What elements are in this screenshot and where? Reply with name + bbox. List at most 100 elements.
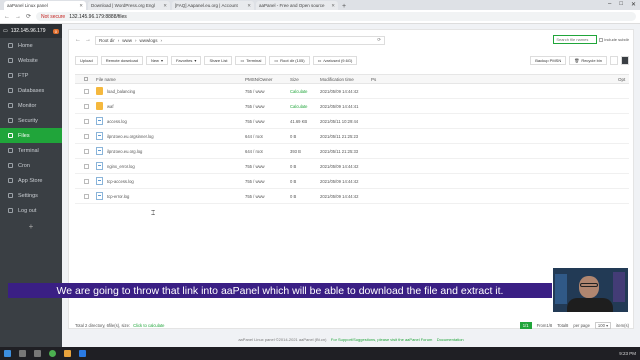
not-secure-label[interactable]: Not secure <box>41 14 65 20</box>
row-checkbox[interactable] <box>84 89 89 94</box>
add-menu-button[interactable]: + <box>0 222 62 231</box>
include-subdir-option[interactable]: include subdir <box>599 37 629 42</box>
column-header[interactable]: File name <box>96 77 116 82</box>
file-name[interactable]: waf <box>107 104 114 109</box>
root-dir-disk-button[interactable]: ▭ Root dir (105) <box>269 55 310 65</box>
url-field[interactable]: Not secure 132.145.96.179:8888/files <box>36 12 636 21</box>
sidebar-item-security[interactable]: Security <box>0 113 62 128</box>
file-name[interactable]: tcp-access.log <box>107 179 134 184</box>
file-permission[interactable]: 755 / www <box>245 119 265 124</box>
browser-tab[interactable]: [FAQ] Aapanel.eu.org | Account ✕ <box>172 1 254 10</box>
new-tab-button[interactable]: + <box>342 3 346 10</box>
table-row[interactable]: tcp-error.log 755 / www 0 B 2021/05/09 1… <box>75 189 629 204</box>
file-name[interactable]: ilpnzoeo.eu.org.log <box>107 149 142 154</box>
column-header[interactable]: PMSN/Owner <box>245 77 273 82</box>
sidebar-item-monitor[interactable]: Monitor <box>0 98 62 113</box>
table-row[interactable]: ilpnzoeo.eu.orgsinner.log 644 / root 0 B… <box>75 129 629 144</box>
breadcrumb-item[interactable]: www <box>122 38 132 43</box>
list-view-icon[interactable] <box>621 55 629 65</box>
search-input[interactable] <box>553 35 598 44</box>
chrome-icon[interactable] <box>49 350 56 357</box>
edge-icon[interactable] <box>79 350 86 357</box>
back-button[interactable]: ← <box>4 14 10 20</box>
grid-view-icon[interactable] <box>610 55 618 65</box>
breadcrumb-item[interactable]: Root dir <box>99 38 115 43</box>
sidebar-item-website[interactable]: Website <box>0 53 62 68</box>
per-page-select[interactable]: 100 ▾ <box>594 321 612 329</box>
notification-badge[interactable]: 0 <box>52 28 59 34</box>
row-checkbox[interactable] <box>84 119 89 124</box>
documentation-link[interactable]: Documentation <box>437 337 464 342</box>
recycle-bin-button[interactable]: 🗑 Recycle bin <box>569 55 607 65</box>
table-row[interactable]: load_balancing 755 / www Calculate 2021/… <box>75 84 629 99</box>
breadcrumb-item[interactable]: wwwlogs <box>140 38 158 43</box>
search-icon[interactable] <box>19 350 26 357</box>
sidebar-item-logout[interactable]: Log out <box>0 203 62 218</box>
row-checkbox[interactable] <box>84 164 89 169</box>
calculate-link[interactable]: Click to calculate <box>133 323 164 328</box>
backup-pmsn-button[interactable]: Backup PMSN <box>530 55 567 65</box>
terminal-button[interactable]: ▭ Terminal <box>235 55 267 65</box>
sidebar-item-ftp[interactable]: FTP <box>0 68 62 83</box>
file-name[interactable]: load_balancing <box>107 89 135 94</box>
breadcrumb[interactable]: Root dir › www › wwwlogs › ⟳ <box>95 35 385 45</box>
table-row[interactable]: access.log 755 / www 41.69 KB 2021/05/11… <box>75 114 629 129</box>
close-icon[interactable]: ✕ <box>79 3 83 9</box>
close-icon[interactable]: ✕ <box>163 3 167 9</box>
new-button[interactable]: New ▾ <box>145 55 168 65</box>
file-permission[interactable]: 644 / root <box>245 134 263 139</box>
favorites-button[interactable]: Favorites ▾ <box>170 55 202 65</box>
row-checkbox[interactable] <box>84 179 89 184</box>
current-page[interactable]: 1/1 <box>519 321 532 329</box>
checkbox[interactable] <box>599 37 604 42</box>
file-name[interactable]: access.log <box>107 119 127 124</box>
file-permission[interactable]: 644 / root <box>245 149 263 154</box>
reload-button[interactable]: ⟳ <box>26 13 31 20</box>
minimize-button[interactable]: – <box>608 1 611 8</box>
support-link[interactable]: For Support/Suggestions, please visit th… <box>331 337 432 342</box>
sidebar-item-settings[interactable]: Settings <box>0 188 62 203</box>
table-row[interactable]: nginx_error.log 755 / www 0 B 2021/05/09… <box>75 159 629 174</box>
row-checkbox[interactable] <box>84 149 89 154</box>
row-checkbox[interactable] <box>84 104 89 109</box>
browser-tab[interactable]: aaPanel Linux panel ✕ <box>4 1 86 10</box>
close-icon[interactable]: ✕ <box>331 3 335 9</box>
table-row[interactable]: tcp-access.log 755 / www 0 B 2021/05/09 … <box>75 174 629 189</box>
sidebar-item-files[interactable]: Files <box>0 128 62 143</box>
forward-button[interactable]: → <box>15 14 21 20</box>
table-row[interactable]: waf 755 / www Calculate 2021/05/09 14:44… <box>75 99 629 114</box>
close-window-button[interactable]: ✕ <box>631 1 636 8</box>
sidebar-item-app-store[interactable]: App Store <box>0 173 62 188</box>
select-all-checkbox[interactable] <box>84 77 88 82</box>
sidebar-item-terminal[interactable]: Terminal <box>0 143 62 158</box>
close-icon[interactable]: ✕ <box>247 3 251 9</box>
upload-button[interactable]: Upload <box>75 55 98 65</box>
sidebar-item-cron[interactable]: Cron <box>0 158 62 173</box>
file-permission[interactable]: 755 / www <box>245 89 265 94</box>
file-name[interactable]: tcp-error.log <box>107 194 129 199</box>
file-permission[interactable]: 755 / www <box>245 164 265 169</box>
file-size[interactable]: Calculate <box>290 89 307 94</box>
browser-tab[interactable]: aaPanel - Free and Open source ✕ <box>256 1 338 10</box>
windows-start-icon[interactable] <box>4 350 11 357</box>
sidebar-item-home[interactable]: Home <box>0 38 62 53</box>
file-name[interactable]: nginx_error.log <box>107 164 135 169</box>
browser-tab[interactable]: Download | WordPress.org Engl ✕ <box>88 1 170 10</box>
table-row[interactable]: ilpnzoeo.eu.org.log 644 / root 393 B 202… <box>75 144 629 159</box>
file-explorer-icon[interactable] <box>64 350 71 357</box>
column-header[interactable]: Modification time <box>320 77 354 82</box>
remote-download-button[interactable]: Remote download <box>100 55 143 65</box>
maximize-button[interactable]: □ <box>619 1 623 8</box>
path-back-button[interactable]: ← <box>75 37 81 43</box>
file-name[interactable]: ilpnzoeo.eu.orgsinner.log <box>107 134 154 139</box>
share-list-button[interactable]: Share List <box>204 55 233 65</box>
task-view-icon[interactable] <box>34 350 41 357</box>
file-size[interactable]: Calculate <box>290 104 307 109</box>
var-disk-button[interactable]: ▭/var/used (9.6G) <box>312 55 358 65</box>
path-forward-button[interactable]: → <box>85 37 91 43</box>
column-header[interactable]: Size <box>290 77 299 82</box>
file-permission[interactable]: 755 / www <box>245 194 265 199</box>
file-permission[interactable]: 755 / www <box>245 179 265 184</box>
row-checkbox[interactable] <box>84 194 89 199</box>
sidebar-item-databases[interactable]: Databases <box>0 83 62 98</box>
